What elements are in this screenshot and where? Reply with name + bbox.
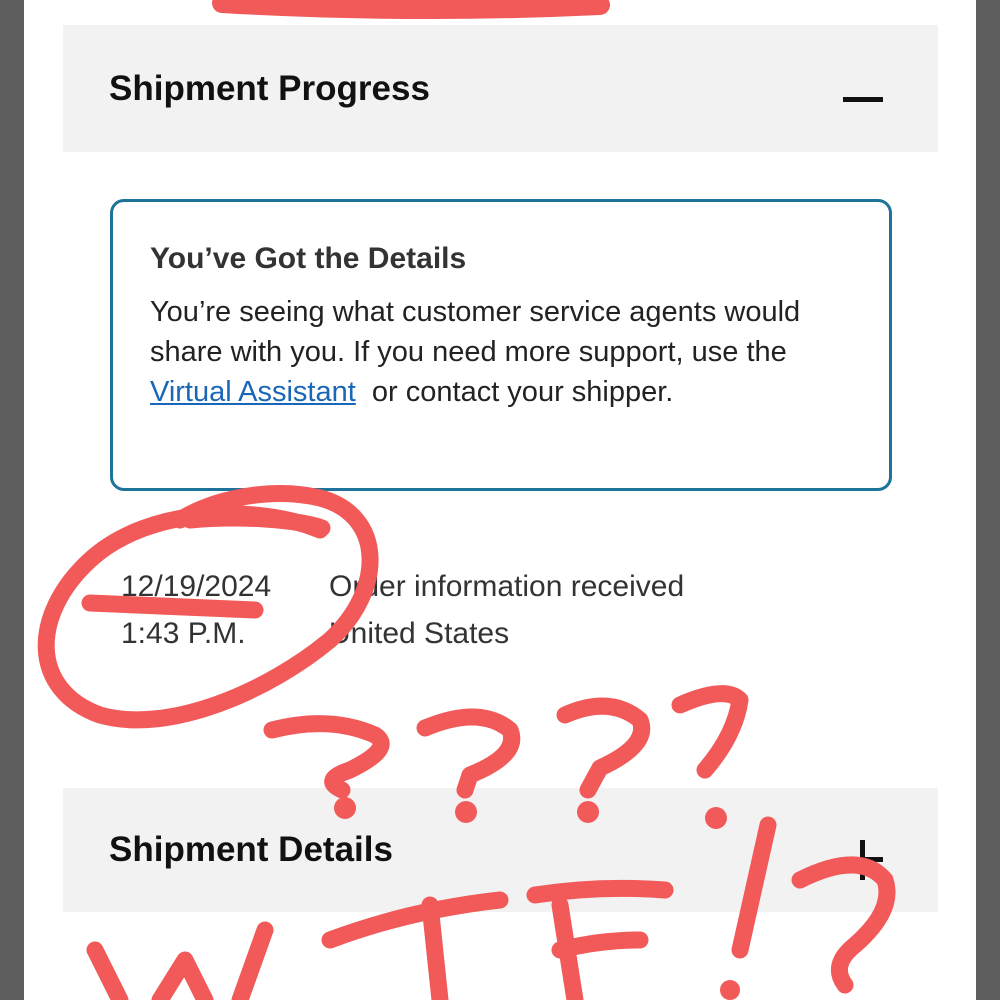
shipment-details-header[interactable]: Shipment Details [63,788,938,912]
minus-icon[interactable] [843,97,883,102]
shipment-progress-header[interactable]: Shipment Progress [63,25,938,152]
event-date: 12/19/2024 [121,570,272,603]
shipment-details-title: Shipment Details [109,830,393,869]
notice-text-after-link: or contact your shipper. [355,376,674,408]
notice-title: You’ve Got the Details [150,242,467,275]
details-notice-box: You’ve Got the Details You’re seeing wha… [110,199,892,491]
plus-icon[interactable] [843,840,883,880]
tracking-page: Shipment Progress You’ve Got the Details… [24,0,976,1000]
shipment-progress-title: Shipment Progress [109,69,430,108]
event-time: 1:43 P.M. [121,617,246,650]
virtual-assistant-link[interactable]: Virtual Assistant [150,376,356,408]
event-location: United States [329,617,510,650]
event-description: Order information received [329,570,685,603]
notice-body: You’re seeing what customer service agen… [150,292,870,412]
notice-text-before-link: You’re seeing what customer service agen… [150,296,801,368]
